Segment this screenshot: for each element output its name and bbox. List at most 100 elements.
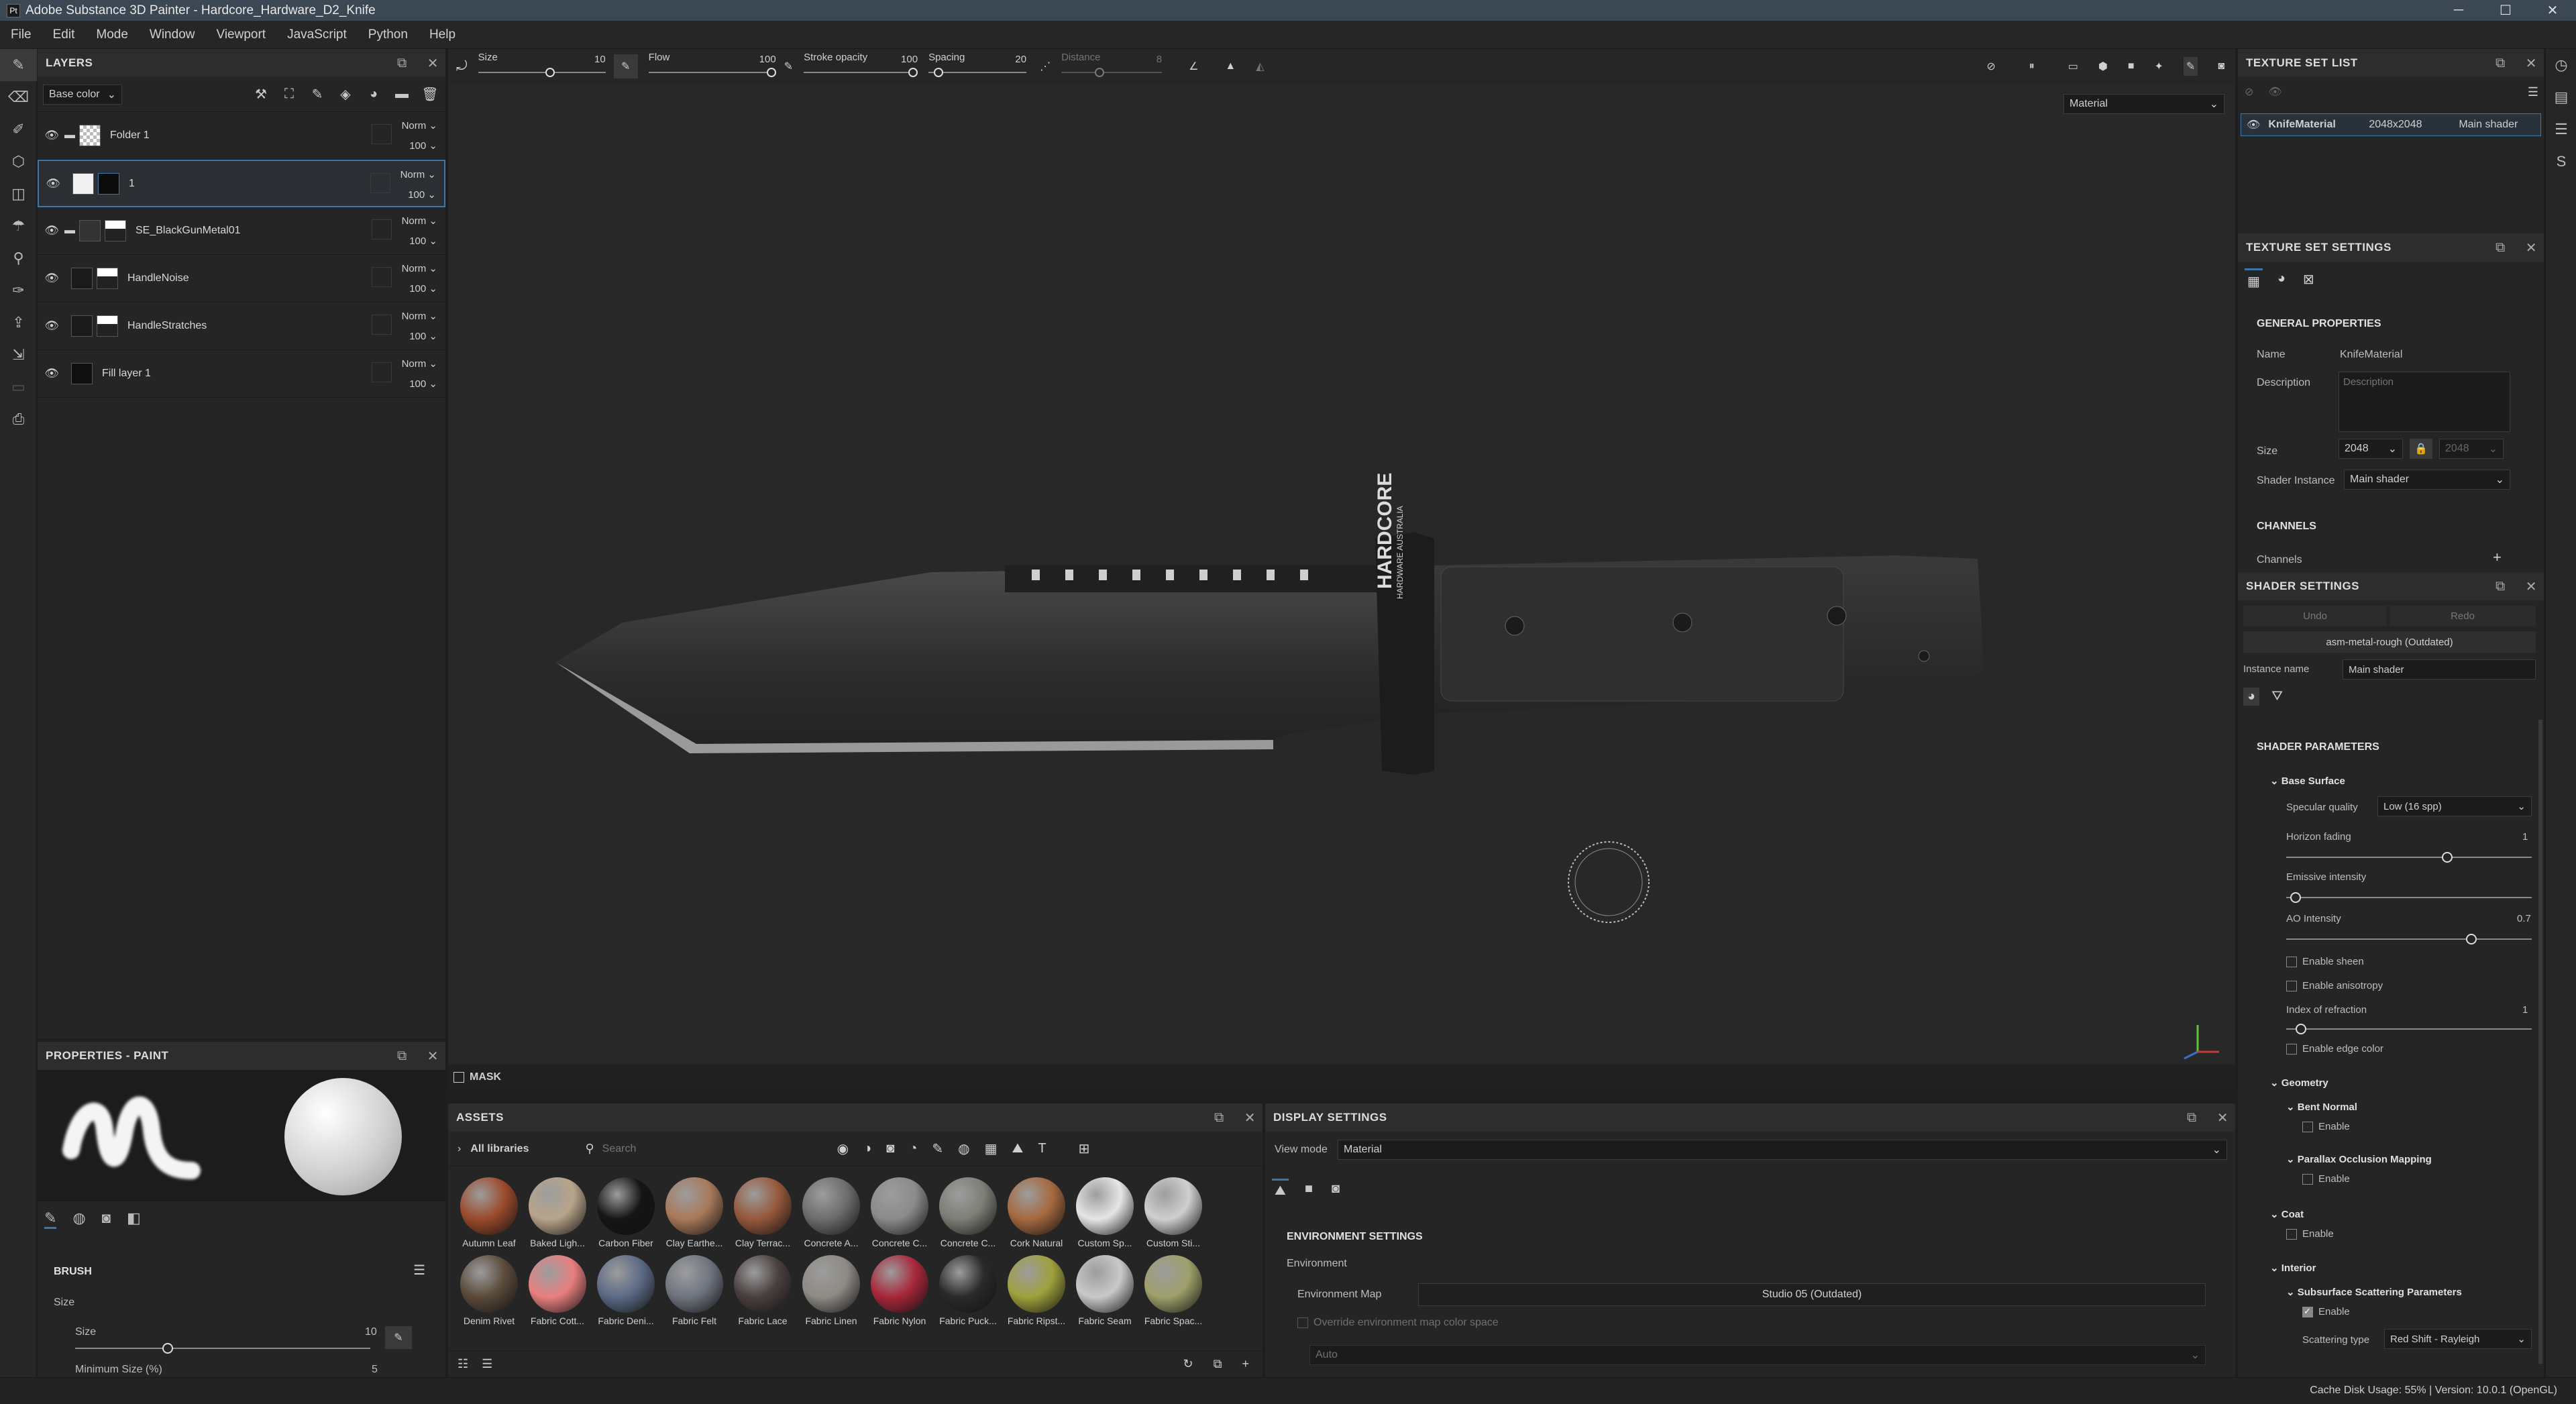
material-item[interactable]: Concrete C... bbox=[934, 1177, 1002, 1248]
material-item[interactable]: Denim Rivet bbox=[455, 1255, 523, 1326]
layer-opacity[interactable]: 100 ⌄ bbox=[402, 231, 437, 252]
close-panel-icon[interactable]: ✕ bbox=[427, 1048, 439, 1065]
ior-knob[interactable] bbox=[2296, 1024, 2306, 1034]
enable-anisotropy-checkbox[interactable] bbox=[2286, 981, 2297, 992]
paint-brush-icon[interactable]: ✎ bbox=[0, 49, 37, 81]
visibility-eye-icon[interactable]: 👁 bbox=[2247, 118, 2260, 131]
material-item[interactable]: Concrete A... bbox=[797, 1177, 865, 1248]
float-panel-icon[interactable]: ⧉ bbox=[397, 1048, 407, 1064]
layer-blend-mode[interactable]: Norm ⌄ bbox=[402, 116, 437, 136]
menu-window[interactable]: Window bbox=[139, 28, 206, 42]
brush-menu-icon[interactable]: ☰ bbox=[413, 1262, 425, 1279]
float-panel-icon[interactable]: ⧉ bbox=[2496, 579, 2506, 594]
library-selector[interactable]: All libraries bbox=[470, 1143, 529, 1155]
collection-icon[interactable]: ☰ bbox=[482, 1357, 492, 1371]
layer-opacity[interactable]: 100 ⌄ bbox=[402, 374, 437, 394]
material-item[interactable]: Baked Ligh... bbox=[523, 1177, 592, 1248]
alpha-tab-icon[interactable]: ◍ bbox=[72, 1209, 85, 1229]
lock-icon[interactable]: 🔒 bbox=[2410, 439, 2432, 459]
layer-opacity[interactable]: 100 ⌄ bbox=[402, 279, 437, 299]
channel-select[interactable]: Base color ⌄ bbox=[43, 84, 122, 105]
filter-alpha-icon[interactable]: ◍ bbox=[958, 1140, 969, 1157]
flow-pressure-icon[interactable]: ✎ bbox=[784, 60, 793, 73]
share-icon[interactable]: ⎙ bbox=[0, 403, 37, 435]
ao-intensity-slider[interactable] bbox=[2286, 938, 2532, 940]
pressure-icon[interactable]: ✎ bbox=[613, 54, 638, 78]
shader-instance-select[interactable]: Main shader ⌄ bbox=[2344, 470, 2510, 490]
texture-set-item[interactable]: 👁 KnifeMaterial 2048x2048 Main shader bbox=[2241, 113, 2541, 136]
coat-enable[interactable]: Enable bbox=[2286, 1228, 2334, 1240]
material-item[interactable]: Custom Sp... bbox=[1071, 1177, 1139, 1248]
maximize-button[interactable]: ☐ bbox=[2482, 0, 2529, 21]
color-picker-icon[interactable]: ✑ bbox=[0, 274, 37, 307]
bent-normal-enable[interactable]: Enable bbox=[2302, 1121, 2350, 1133]
material-item[interactable]: Custom Sti... bbox=[1139, 1177, 1208, 1248]
brush-size-knob[interactable] bbox=[162, 1343, 173, 1354]
material-item[interactable]: Fabric Puck... bbox=[934, 1255, 1002, 1326]
close-panel-icon[interactable]: ✕ bbox=[2526, 239, 2537, 256]
layer-opacity[interactable]: 100 ⌄ bbox=[402, 136, 437, 156]
horizon-fading-slider[interactable] bbox=[2286, 857, 2532, 858]
filter-list-icon[interactable]: ☷ bbox=[458, 1357, 468, 1371]
visibility-eye-icon[interactable]: 👁 bbox=[42, 129, 62, 142]
refresh-icon[interactable]: ↻ bbox=[1183, 1357, 1193, 1371]
layer-row-folder-1[interactable]: 👁 ▬ Folder 1 Norm ⌄ 100 ⌄ bbox=[38, 112, 445, 160]
smudge-icon[interactable]: ☂ bbox=[0, 210, 37, 242]
scattering-type-select[interactable]: Red Shift - Rayleigh ⌄ bbox=[2384, 1329, 2532, 1349]
minimize-button[interactable]: ─ bbox=[2435, 0, 2482, 21]
ior-slider[interactable] bbox=[2286, 1028, 2532, 1030]
filter-font-icon[interactable]: T bbox=[1038, 1141, 1046, 1156]
material-item[interactable]: Fabric Seam bbox=[1071, 1255, 1139, 1326]
shader-name-button[interactable]: asm-metal-rough (Outdated) bbox=[2243, 631, 2536, 653]
pen-pressure-icon[interactable]: ✎ bbox=[385, 1326, 412, 1349]
polygon-fill-icon[interactable]: ◫ bbox=[0, 178, 37, 210]
emissive-intensity-slider[interactable] bbox=[2286, 897, 2532, 898]
override-checkbox[interactable] bbox=[1297, 1317, 1308, 1328]
mirror-icon[interactable]: ▲ bbox=[1225, 60, 1236, 72]
bake-icon[interactable]: ⇪ bbox=[0, 307, 37, 339]
shader-features-tab-icon[interactable]: ⛛ bbox=[2267, 688, 2287, 706]
add-asset-icon[interactable]: + bbox=[1242, 1357, 1249, 1371]
filter-texture-icon[interactable]: ▦ bbox=[985, 1140, 998, 1157]
float-panel-icon[interactable]: ⧉ bbox=[2496, 240, 2506, 256]
menu-viewport[interactable]: Viewport bbox=[205, 28, 276, 42]
close-panel-icon[interactable]: ✕ bbox=[2217, 1110, 2229, 1126]
eraser-icon[interactable]: ⌫ bbox=[0, 81, 37, 113]
material-item[interactable]: Fabric Ripst... bbox=[1002, 1255, 1071, 1326]
shader-params-tab-icon[interactable]: ◕ bbox=[2243, 688, 2260, 706]
sss-checkbox[interactable] bbox=[2302, 1307, 2313, 1318]
new-window-icon[interactable]: ⧉ bbox=[1214, 1357, 1222, 1371]
menu-python[interactable]: Python bbox=[358, 28, 419, 42]
camera-tab-icon[interactable]: ■ bbox=[1302, 1179, 1316, 1201]
material-tab-icon[interactable]: ◧ bbox=[127, 1209, 141, 1229]
pom-checkbox[interactable] bbox=[2302, 1174, 2313, 1185]
layer-row-handlenoise[interactable]: 👁 HandleNoise Norm ⌄ 100 ⌄ bbox=[38, 255, 445, 303]
substance-icon[interactable]: S bbox=[2546, 146, 2576, 178]
delete-layer-icon[interactable]: 🗑 bbox=[420, 86, 440, 103]
close-panel-icon[interactable]: ✕ bbox=[1244, 1110, 1256, 1126]
layer-blend-mode[interactable]: Norm ⌄ bbox=[402, 354, 437, 374]
sss-enable[interactable]: Enable bbox=[2302, 1306, 2350, 1318]
layer-blend-mode[interactable]: Norm ⌄ bbox=[402, 259, 437, 279]
view-2d-icon[interactable]: ▭ bbox=[2068, 60, 2078, 73]
material-item[interactable]: Cork Natural bbox=[1002, 1177, 1071, 1248]
layer-row-se-blackgunmetal[interactable]: 👁 ▬ SE_BlackGunMetal01 Norm ⌄ 100 ⌄ bbox=[38, 207, 445, 255]
enable-sheen-checkbox[interactable] bbox=[2286, 957, 2297, 968]
layer-blend-mode[interactable]: Norm ⌄ bbox=[400, 165, 436, 185]
layer-opacity[interactable]: 100 ⌄ bbox=[400, 185, 436, 205]
ao-intensity-knob[interactable] bbox=[2466, 934, 2477, 944]
env-map-field[interactable]: Studio 05 (Outdated) bbox=[1418, 1283, 2206, 1306]
layer-blend-mode[interactable]: Norm ⌄ bbox=[402, 211, 437, 231]
description-field[interactable] bbox=[2339, 372, 2510, 432]
name-value[interactable]: KnifeMaterial bbox=[2340, 349, 2402, 361]
material-item[interactable]: Clay Terrac... bbox=[729, 1177, 797, 1248]
log-icon[interactable]: ▤ bbox=[2546, 81, 2576, 113]
clone-icon[interactable]: ⚲ bbox=[0, 242, 37, 274]
stencil-tab-icon[interactable]: ◙ bbox=[102, 1209, 111, 1229]
material-item[interactable]: Concrete C... bbox=[865, 1177, 934, 1248]
layer-row-fill-layer-1[interactable]: 👁 Fill layer 1 Norm ⌄ 100 ⌄ bbox=[38, 350, 445, 398]
filter-environment-icon[interactable]: ⛰ bbox=[1012, 1141, 1024, 1156]
material-item[interactable]: Fabric Lace bbox=[729, 1255, 797, 1326]
override-colorspace-option[interactable]: Override environment map color space bbox=[1297, 1317, 1499, 1329]
layer-row-handlestratches[interactable]: 👁 HandleStratches Norm ⌄ 100 ⌄ bbox=[38, 303, 445, 350]
